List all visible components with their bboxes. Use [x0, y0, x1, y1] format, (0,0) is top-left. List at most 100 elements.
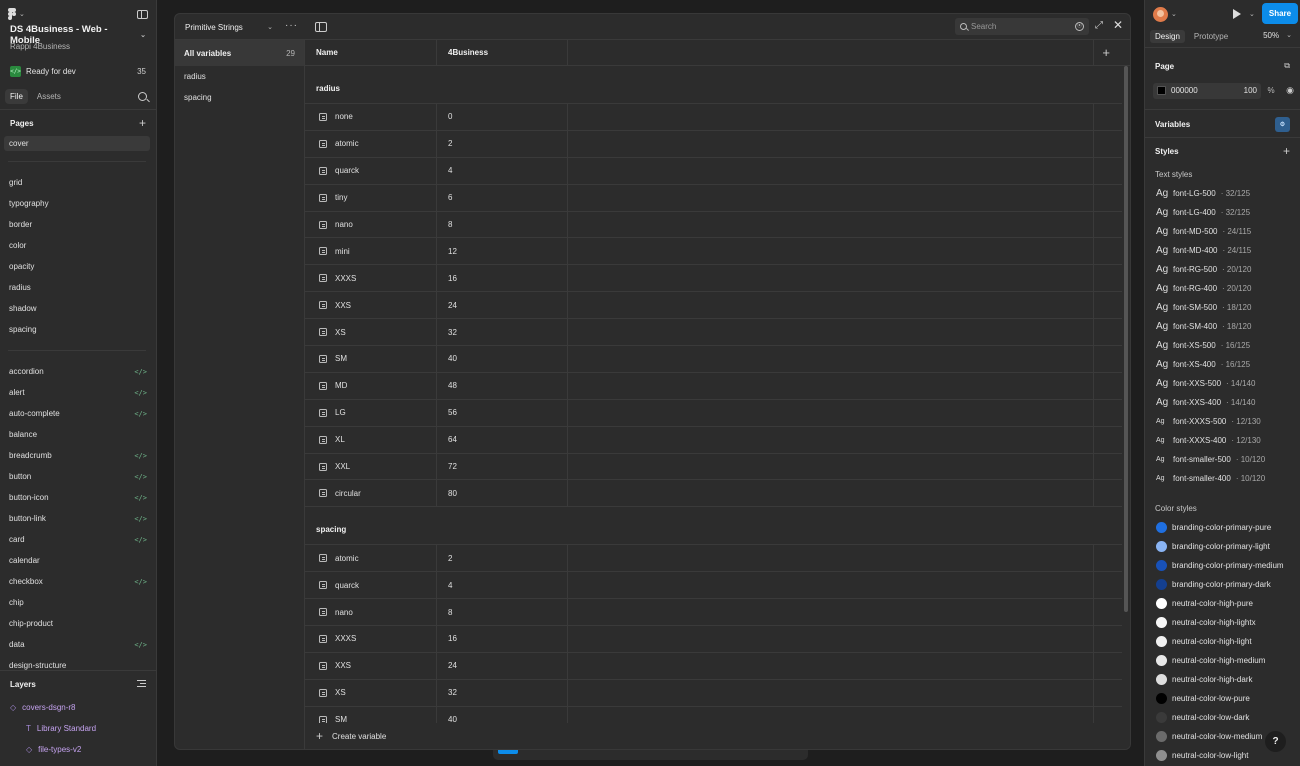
page-item[interactable]: spacing	[0, 319, 156, 340]
variables-icon[interactable]: ⚙	[1275, 116, 1290, 132]
color-style-item[interactable]: neutral-color-high-lightx	[1145, 613, 1300, 632]
variable-value-cell[interactable]: 6	[437, 184, 568, 211]
page-item[interactable]: calendar	[0, 550, 156, 571]
text-style-item[interactable]: Ag font-smaller-400 · 10/120	[1145, 469, 1300, 488]
variable-name-cell[interactable]: tiny	[305, 184, 437, 211]
variable-name-cell[interactable]: SM	[305, 346, 437, 372]
create-variable-button[interactable]: + Create variable	[305, 723, 1130, 749]
text-style-item[interactable]: Ag font-RG-500 · 20/120	[1145, 260, 1300, 279]
variable-name-cell[interactable]: XS	[305, 319, 437, 346]
table-row[interactable]: atomic 2	[305, 545, 1122, 573]
add-style-icon[interactable]: +	[1283, 144, 1290, 158]
variable-value-cell[interactable]: 32	[437, 319, 568, 346]
page-color-field[interactable]: 000000 100	[1153, 82, 1261, 99]
table-row[interactable]: XXS 24	[305, 292, 1122, 320]
variable-value-cell[interactable]: 8	[437, 599, 568, 626]
page-item[interactable]: auto-complete </>	[0, 403, 156, 424]
variable-name-cell[interactable]: XXS	[305, 292, 437, 319]
main-menu-button[interactable]: ⌄	[8, 8, 25, 20]
variable-value-cell[interactable]: 8	[437, 211, 568, 238]
page-item[interactable]: alert </>	[0, 382, 156, 403]
variable-name-cell[interactable]: LG	[305, 399, 437, 426]
color-swatch[interactable]	[1157, 86, 1166, 95]
avatar[interactable]	[1153, 6, 1168, 22]
page-item[interactable]: card </>	[0, 529, 156, 550]
table-row[interactable]: circular 80	[305, 480, 1122, 508]
variable-value-cell[interactable]: 24	[437, 292, 568, 319]
page-item[interactable]: button-icon </>	[0, 487, 156, 508]
variable-value-cell[interactable]: 80	[437, 480, 568, 507]
expand-icon[interactable]: ⤢	[1095, 20, 1103, 31]
variable-name-cell[interactable]: atomic	[305, 545, 437, 572]
variables-search[interactable]: Search ⦿	[955, 18, 1089, 35]
filter-icon[interactable]: ⦿	[1075, 22, 1084, 31]
layer-row[interactable]: ◇ file-types-v2	[0, 739, 156, 760]
variable-name-cell[interactable]: XS	[305, 679, 437, 706]
table-row[interactable]: quarck 4	[305, 157, 1122, 185]
text-style-item[interactable]: Ag font-XS-500 · 16/125	[1145, 336, 1300, 355]
page-item[interactable]: breadcrumb </>	[0, 445, 156, 466]
layer-row[interactable]: ◇ covers-dsgn-r8	[0, 697, 156, 718]
page-item[interactable]: button </>	[0, 466, 156, 487]
tab-file[interactable]: File	[5, 89, 28, 104]
text-style-item[interactable]: Ag font-SM-500 · 18/120	[1145, 298, 1300, 317]
page-item[interactable]: chip-product	[0, 613, 156, 634]
variable-name-cell[interactable]: SM	[305, 706, 437, 723]
variable-name-cell[interactable]: XL	[305, 426, 437, 453]
table-row[interactable]: XXXS 16	[305, 626, 1122, 653]
variable-value-cell[interactable]: 40	[437, 346, 568, 372]
variable-name-cell[interactable]: MD	[305, 372, 437, 399]
variable-value-cell[interactable]: 40	[437, 706, 568, 723]
group-all-variables[interactable]: All variables 29	[175, 40, 304, 66]
scrollbar[interactable]	[1124, 66, 1128, 612]
table-row[interactable]: none 0	[305, 104, 1122, 131]
page-item[interactable]: shadow	[0, 298, 156, 319]
text-style-item[interactable]: Ag font-smaller-500 · 10/120	[1145, 450, 1300, 469]
share-button[interactable]: Share	[1262, 3, 1298, 24]
table-row[interactable]: XXL 72	[305, 453, 1122, 481]
text-style-item[interactable]: Ag font-SM-400 · 18/120	[1145, 317, 1300, 336]
variable-value-cell[interactable]: 64	[437, 426, 568, 453]
variable-value-cell[interactable]: 24	[437, 652, 568, 679]
page-item[interactable]: checkbox </>	[0, 571, 156, 592]
close-icon[interactable]: ✕	[1113, 18, 1123, 32]
collection-select[interactable]: Primitive Strings ⌄	[179, 18, 279, 36]
sidebar-toggle-icon[interactable]	[137, 9, 148, 19]
variable-name-cell[interactable]: nano	[305, 211, 437, 238]
variable-name-cell[interactable]: atomic	[305, 130, 437, 157]
play-icon[interactable]	[1233, 9, 1241, 19]
variable-value-cell[interactable]: 16	[437, 626, 568, 652]
table-row[interactable]: atomic 2	[305, 130, 1122, 158]
page-item[interactable]: balance	[0, 424, 156, 445]
text-style-item[interactable]: Ag font-XS-400 · 16/125	[1145, 355, 1300, 374]
color-style-item[interactable]: branding-color-primary-medium	[1145, 556, 1300, 575]
text-style-item[interactable]: Ag font-LG-500 · 32/125	[1145, 184, 1300, 203]
table-row[interactable]: nano 8	[305, 599, 1122, 627]
variable-value-cell[interactable]: 72	[437, 453, 568, 480]
variable-value-cell[interactable]: 2	[437, 545, 568, 572]
chevron-down-icon[interactable]: ⌄	[1249, 10, 1255, 18]
text-style-item[interactable]: Ag font-XXS-500 · 14/140	[1145, 374, 1300, 393]
text-style-item[interactable]: Ag font-XXXS-400 · 12/130	[1145, 431, 1300, 450]
add-page-icon[interactable]: +	[139, 116, 146, 130]
variable-name-cell[interactable]: mini	[305, 238, 437, 265]
text-style-item[interactable]: Ag font-MD-500 · 24/115	[1145, 222, 1300, 241]
color-style-item[interactable]: neutral-color-high-medium	[1145, 651, 1300, 670]
zoom-control[interactable]: 50% ⌄	[1263, 31, 1292, 40]
table-row[interactable]: XS 32	[305, 319, 1122, 347]
variable-value-cell[interactable]: 2	[437, 130, 568, 157]
page-item[interactable]: grid	[0, 172, 156, 193]
page-item[interactable]: radius	[0, 277, 156, 298]
variable-value-cell[interactable]: 0	[437, 104, 568, 130]
group-spacing[interactable]: spacing	[175, 87, 304, 108]
variable-value-cell[interactable]: 56	[437, 399, 568, 426]
collapse-layers-icon[interactable]	[137, 680, 146, 688]
page-item[interactable]: button-link </>	[0, 508, 156, 529]
file-title[interactable]: DS 4Business - Web - Mobile ⌄	[0, 24, 156, 46]
page-item[interactable]: opacity	[0, 256, 156, 277]
table-row[interactable]: XS 32	[305, 679, 1122, 707]
variable-value-cell[interactable]: 48	[437, 372, 568, 399]
text-style-item[interactable]: Ag font-RG-400 · 20/120	[1145, 279, 1300, 298]
page-item[interactable]: accordion </>	[0, 361, 156, 382]
variable-name-cell[interactable]: circular	[305, 480, 437, 507]
